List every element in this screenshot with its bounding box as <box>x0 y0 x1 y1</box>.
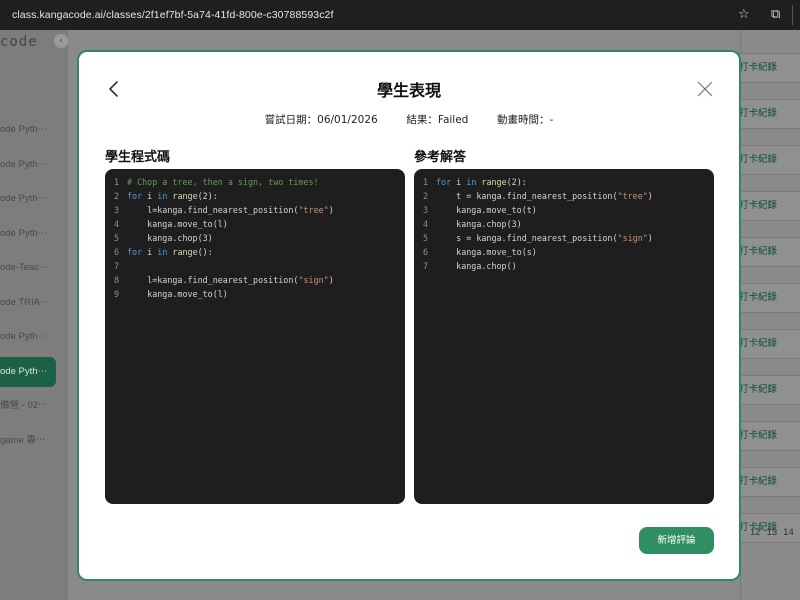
code-line: 7 kanga.chop() <box>414 261 714 275</box>
attempt-date-label: 嘗試日期： <box>264 114 318 126</box>
line-number: 3 <box>113 205 119 215</box>
code-text: # Chop a tree, then a sign, two times! <box>127 177 319 187</box>
code-text: for i in range(): <box>127 247 213 257</box>
page-number[interactable]: 12 <box>750 527 761 538</box>
line-number: 5 <box>422 233 428 243</box>
code-text: l=kanga.find_nearest_position("sign") <box>127 275 334 285</box>
line-number: 2 <box>422 191 428 201</box>
line-number: 4 <box>113 219 119 229</box>
line-number: 7 <box>113 261 119 271</box>
close-icon[interactable] <box>695 79 715 99</box>
animation-time-value: - <box>549 114 554 126</box>
code-line: 5 kanga.chop(3) <box>105 233 405 247</box>
bookmark-star-icon[interactable]: ☆ <box>738 7 750 22</box>
line-number: 1 <box>113 177 119 187</box>
code-line: 1 # Chop a tree, then a sign, two times! <box>105 177 405 191</box>
checkin-record-button[interactable]: 打卡紀錄 <box>734 329 800 359</box>
checkin-record-button[interactable]: 打卡紀錄 <box>734 53 800 83</box>
sidebar-item[interactable]: ode-Teac⋯ <box>0 253 56 283</box>
code-text: kanga.chop(3) <box>436 219 522 229</box>
sidebar-item[interactable]: ode Pyth⋯ <box>0 219 56 249</box>
sidebar-item[interactable]: ode Pyth⋯ <box>0 322 56 352</box>
page-number[interactable]: 13 <box>767 527 778 538</box>
extensions-icon[interactable]: ⧉ <box>771 7 780 22</box>
sidebar-item[interactable]: ode Pyth⋯ <box>0 184 56 214</box>
code-text: kanga.chop() <box>436 261 517 271</box>
code-text: t = kanga.find_nearest_position("tree") <box>436 191 653 201</box>
sidebar-item[interactable]: ode TRIA⋯ <box>0 288 56 318</box>
code-line: 4 kanga.chop(3) <box>414 219 714 233</box>
line-number: 8 <box>113 275 119 285</box>
reference-code-panel[interactable]: 1 for i in range(2): 2 t = kanga.find_near… <box>414 169 714 504</box>
sidebar-item[interactable]: 備營 - 02⋯ <box>0 391 56 421</box>
student-code-panel[interactable]: 1 # Chop a tree, then a sign, two times! 2… <box>105 169 405 504</box>
checkin-record-button[interactable]: 打卡紀錄 <box>734 283 800 313</box>
code-text: kanga.move_to(t) <box>436 205 537 215</box>
sidebar-item[interactable]: ode Pyth⋯ <box>0 150 56 180</box>
checkin-record-button[interactable]: 打卡紀錄 <box>734 99 800 129</box>
line-number: 7 <box>422 261 428 271</box>
sidebar-collapse-button[interactable]: ‹ <box>54 34 68 48</box>
toolbar-divider <box>792 5 793 25</box>
pagination: 12 13 14 <box>750 527 800 538</box>
attempt-date-value: 06/01/2026 <box>317 114 378 126</box>
result-label: 結果： <box>406 114 438 126</box>
sidebar-item[interactable]: ode Pyth⋯ <box>0 115 56 145</box>
code-line: 6 kanga.move_to(s) <box>414 247 714 261</box>
result-value: Failed <box>437 114 469 126</box>
animation-time-label: 動畫時間： <box>497 114 550 126</box>
checkin-record-button[interactable]: 打卡紀錄 <box>734 375 800 405</box>
address-bar[interactable]: class.kangacode.ai/classes/2f1ef7bf-5a74… <box>12 9 334 21</box>
line-number: 6 <box>113 247 119 257</box>
code-line: 5 s = kanga.find_nearest_position("sign"… <box>414 233 714 247</box>
add-comment-button[interactable]: 新增評論 <box>639 527 714 554</box>
code-line: 4 kanga.move_to(l) <box>105 219 405 233</box>
checkin-record-button[interactable]: 打卡紀錄 <box>734 145 800 175</box>
line-number: 9 <box>113 289 119 299</box>
line-number: 5 <box>113 233 119 243</box>
sidebar-item[interactable]: ode Pyth⋯ <box>0 356 56 387</box>
logo: code <box>0 34 38 50</box>
line-number: 2 <box>113 191 119 201</box>
checkin-record-button[interactable]: 打卡紀錄 <box>734 421 800 451</box>
code-line: 2 t = kanga.find_nearest_position("tree"… <box>414 191 714 205</box>
code-line: 1 for i in range(2): <box>414 177 714 191</box>
code-text: kanga.move_to(l) <box>127 289 228 299</box>
attempt-meta: 嘗試日期：06/01/2026 結果：Failed 動畫時間：- <box>79 112 739 127</box>
line-number: 1 <box>422 177 428 187</box>
code-text: kanga.chop(3) <box>127 233 213 243</box>
page-number[interactable]: 14 <box>783 527 794 538</box>
line-number: 4 <box>422 219 428 229</box>
code-line: 7 <box>105 261 405 275</box>
browser-toolbar: ‹ class.kangacode.ai/classes/2f1ef7bf-5a… <box>0 0 800 30</box>
student-performance-modal: 學生表現 嘗試日期：06/01/2026 結果：Failed 動畫時間：- 學生… <box>77 50 741 581</box>
code-text: l=kanga.find_nearest_position("tree") <box>127 205 334 215</box>
code-line: 6 for i in range(): <box>105 247 405 261</box>
code-text: for i in range(2): <box>127 191 218 201</box>
code-text: s = kanga.find_nearest_position("sign") <box>436 233 653 243</box>
checkin-record-button[interactable]: 打卡紀錄 <box>734 191 800 221</box>
checkin-record-button[interactable]: 打卡紀錄 <box>734 237 800 267</box>
code-text: for i in range(2): <box>436 177 527 187</box>
code-line: 2 for i in range(2): <box>105 191 405 205</box>
code-text: kanga.move_to(l) <box>127 219 228 229</box>
student-code-title: 學生程式碼 <box>105 150 171 165</box>
modal-title: 學生表現 <box>376 81 441 100</box>
site-info-icon[interactable]: ‹ <box>0 9 8 22</box>
reference-solution-title: 參考解答 <box>414 150 467 165</box>
code-line: 3 l=kanga.find_nearest_position("tree") <box>105 205 405 219</box>
line-number: 6 <box>422 247 428 257</box>
code-line: 3 kanga.move_to(t) <box>414 205 714 219</box>
line-number: 3 <box>422 205 428 215</box>
code-text: kanga.move_to(s) <box>436 247 537 257</box>
checkin-record-button[interactable]: 打卡紀錄 <box>734 467 800 497</box>
sidebar-item[interactable]: game 專⋯ <box>0 426 56 456</box>
code-line: 9 kanga.move_to(l) <box>105 289 405 303</box>
code-line: 8 l=kanga.find_nearest_position("sign") <box>105 275 405 289</box>
